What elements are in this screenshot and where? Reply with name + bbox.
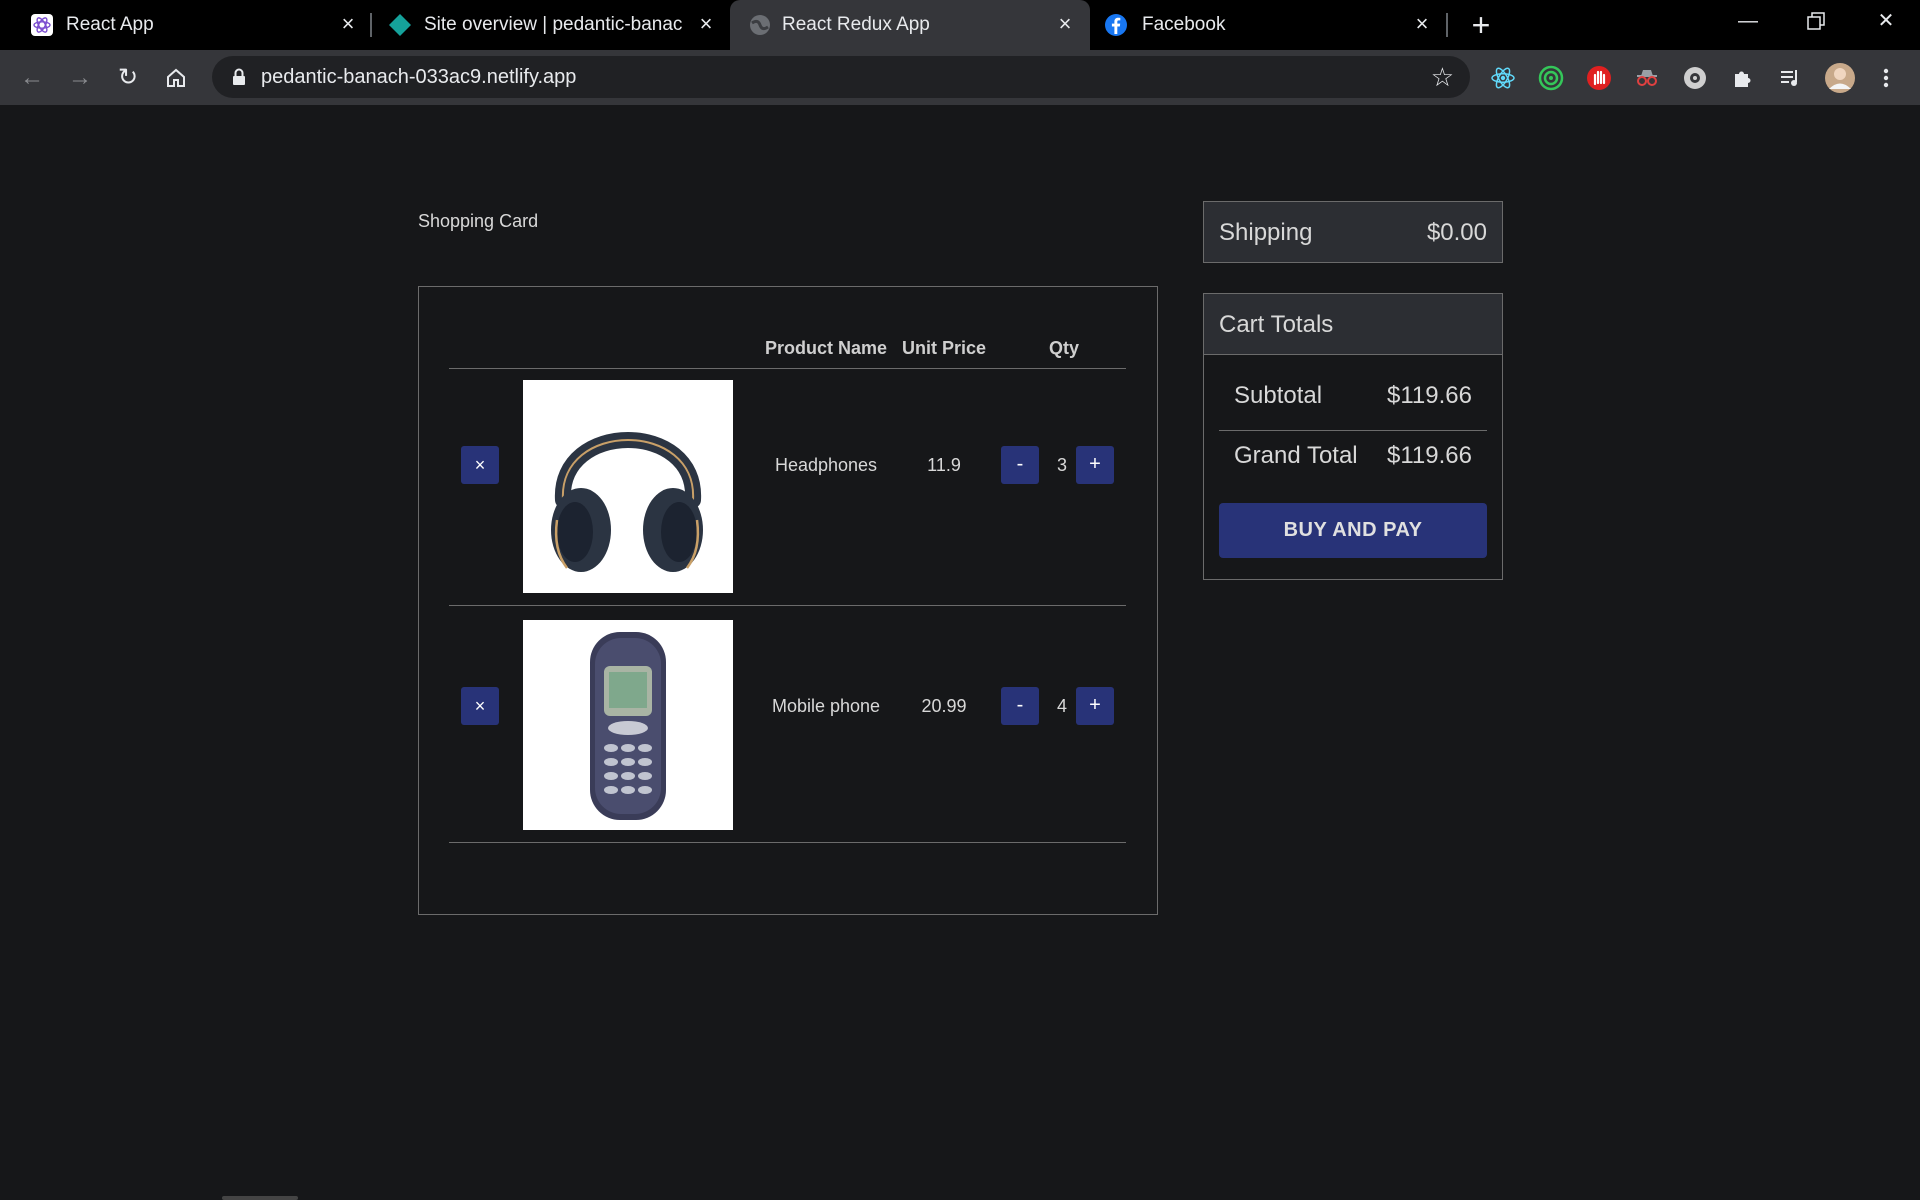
tab-bar: React App × Site overview | pedantic-ban…: [0, 0, 1920, 50]
cart-totals-title: Cart Totals: [1219, 311, 1334, 338]
page-content: Shopping Card Product Name Unit Price Qt…: [0, 105, 1920, 1200]
unit-price: 11.9: [927, 455, 961, 475]
target-extension-icon[interactable]: [1537, 64, 1565, 92]
menu-kebab-icon[interactable]: [1872, 64, 1900, 92]
cart-totals-panel: Cart Totals Subtotal $119.66 Grand Total…: [1203, 293, 1503, 580]
forward-icon[interactable]: →: [64, 62, 96, 94]
globe-icon: [748, 13, 772, 37]
shipping-value: $0.00: [1426, 219, 1487, 246]
tab-site-overview[interactable]: Site overview | pedantic-banach- ×: [372, 0, 728, 50]
tab-title: React App: [66, 14, 154, 35]
tab-separator: [1446, 13, 1448, 37]
media-playlist-icon[interactable]: [1777, 64, 1805, 92]
lock-icon: [232, 68, 246, 86]
settings-extension-icon[interactable]: [1681, 64, 1709, 92]
tab-react-redux-app[interactable]: React Redux App ×: [730, 0, 1090, 50]
close-icon[interactable]: ×: [1053, 12, 1077, 36]
bookmark-star-icon[interactable]: ☆: [1431, 62, 1454, 92]
back-icon[interactable]: ←: [16, 62, 48, 94]
cart-totals-header: Cart Totals: [1204, 294, 1502, 355]
product-name: Mobile phone: [771, 696, 881, 716]
home-icon[interactable]: [160, 62, 192, 94]
page-title: Shopping Card: [418, 211, 539, 231]
mobile-phone-image: [523, 620, 733, 830]
column-header-product-name: Product Name: [764, 338, 888, 358]
netlify-icon: [388, 13, 412, 37]
remove-item-button[interactable]: ×: [461, 687, 499, 725]
subtotal-label: Subtotal: [1234, 382, 1323, 409]
close-icon[interactable]: ×: [336, 12, 360, 36]
cart-table: Product Name Unit Price Qty × Headphones…: [418, 286, 1158, 915]
quantity-value: 3: [1056, 455, 1067, 475]
column-header-unit-price: Unit Price: [901, 338, 987, 358]
browser-toolbar: ← → ↻ pedantic-banach-033ac9.netlify.app…: [0, 50, 1920, 105]
address-bar[interactable]: pedantic-banach-033ac9.netlify.app ☆: [212, 56, 1470, 98]
grand-total-label: Grand Total: [1234, 442, 1358, 469]
horizontal-scrollbar[interactable]: [222, 1196, 298, 1200]
react-devtools-icon[interactable]: [1489, 64, 1517, 92]
close-window-icon[interactable]: ✕: [1866, 6, 1906, 36]
remove-item-button[interactable]: ×: [461, 446, 499, 484]
react-app-icon: [30, 13, 54, 37]
increase-qty-button[interactable]: +: [1076, 446, 1114, 484]
tab-title: Site overview | pedantic-banach-: [424, 14, 682, 35]
tab-react-app[interactable]: React App ×: [0, 0, 366, 50]
reload-icon[interactable]: ↻: [112, 62, 144, 94]
url-text: pedantic-banach-033ac9.netlify.app: [261, 66, 577, 88]
decrease-qty-button[interactable]: -: [1001, 687, 1039, 725]
column-header-qty: Qty: [1048, 338, 1079, 358]
close-icon[interactable]: ×: [1410, 12, 1434, 36]
adblock-hand-icon[interactable]: [1585, 64, 1613, 92]
profile-avatar-icon[interactable]: [1824, 62, 1856, 94]
restore-icon[interactable]: [1796, 6, 1836, 36]
tab-facebook[interactable]: Facebook ×: [1092, 0, 1448, 50]
minimize-icon[interactable]: —: [1728, 6, 1768, 36]
increase-qty-button[interactable]: +: [1076, 687, 1114, 725]
facebook-icon: [1104, 13, 1128, 37]
headphones-image: [523, 380, 733, 593]
row-divider: [449, 842, 1126, 843]
table-row: × Mobile phone 20.99 - 4 +: [419, 606, 1159, 842]
table-row: × Headphones 11.9 - 3 +: [419, 369, 1159, 605]
totals-divider: [1219, 430, 1487, 431]
new-tab-icon[interactable]: +: [1466, 9, 1496, 41]
subtotal-value: $119.66: [1387, 382, 1472, 409]
extensions-puzzle-icon[interactable]: [1729, 64, 1757, 92]
decrease-qty-button[interactable]: -: [1001, 446, 1039, 484]
tab-title: Facebook: [1142, 14, 1226, 35]
shipping-label: Shipping: [1219, 219, 1313, 246]
tab-title: React Redux App: [782, 14, 930, 35]
unit-price: 20.99: [921, 696, 967, 716]
quantity-value: 4: [1056, 696, 1067, 716]
shipping-summary: Shipping $0.00: [1203, 201, 1503, 263]
close-icon[interactable]: ×: [694, 12, 718, 36]
buy-and-pay-button[interactable]: BUY AND PAY: [1219, 503, 1487, 558]
grand-total-value: $119.66: [1387, 442, 1472, 469]
spy-extension-icon[interactable]: [1633, 64, 1661, 92]
product-name: Headphones: [774, 455, 878, 475]
